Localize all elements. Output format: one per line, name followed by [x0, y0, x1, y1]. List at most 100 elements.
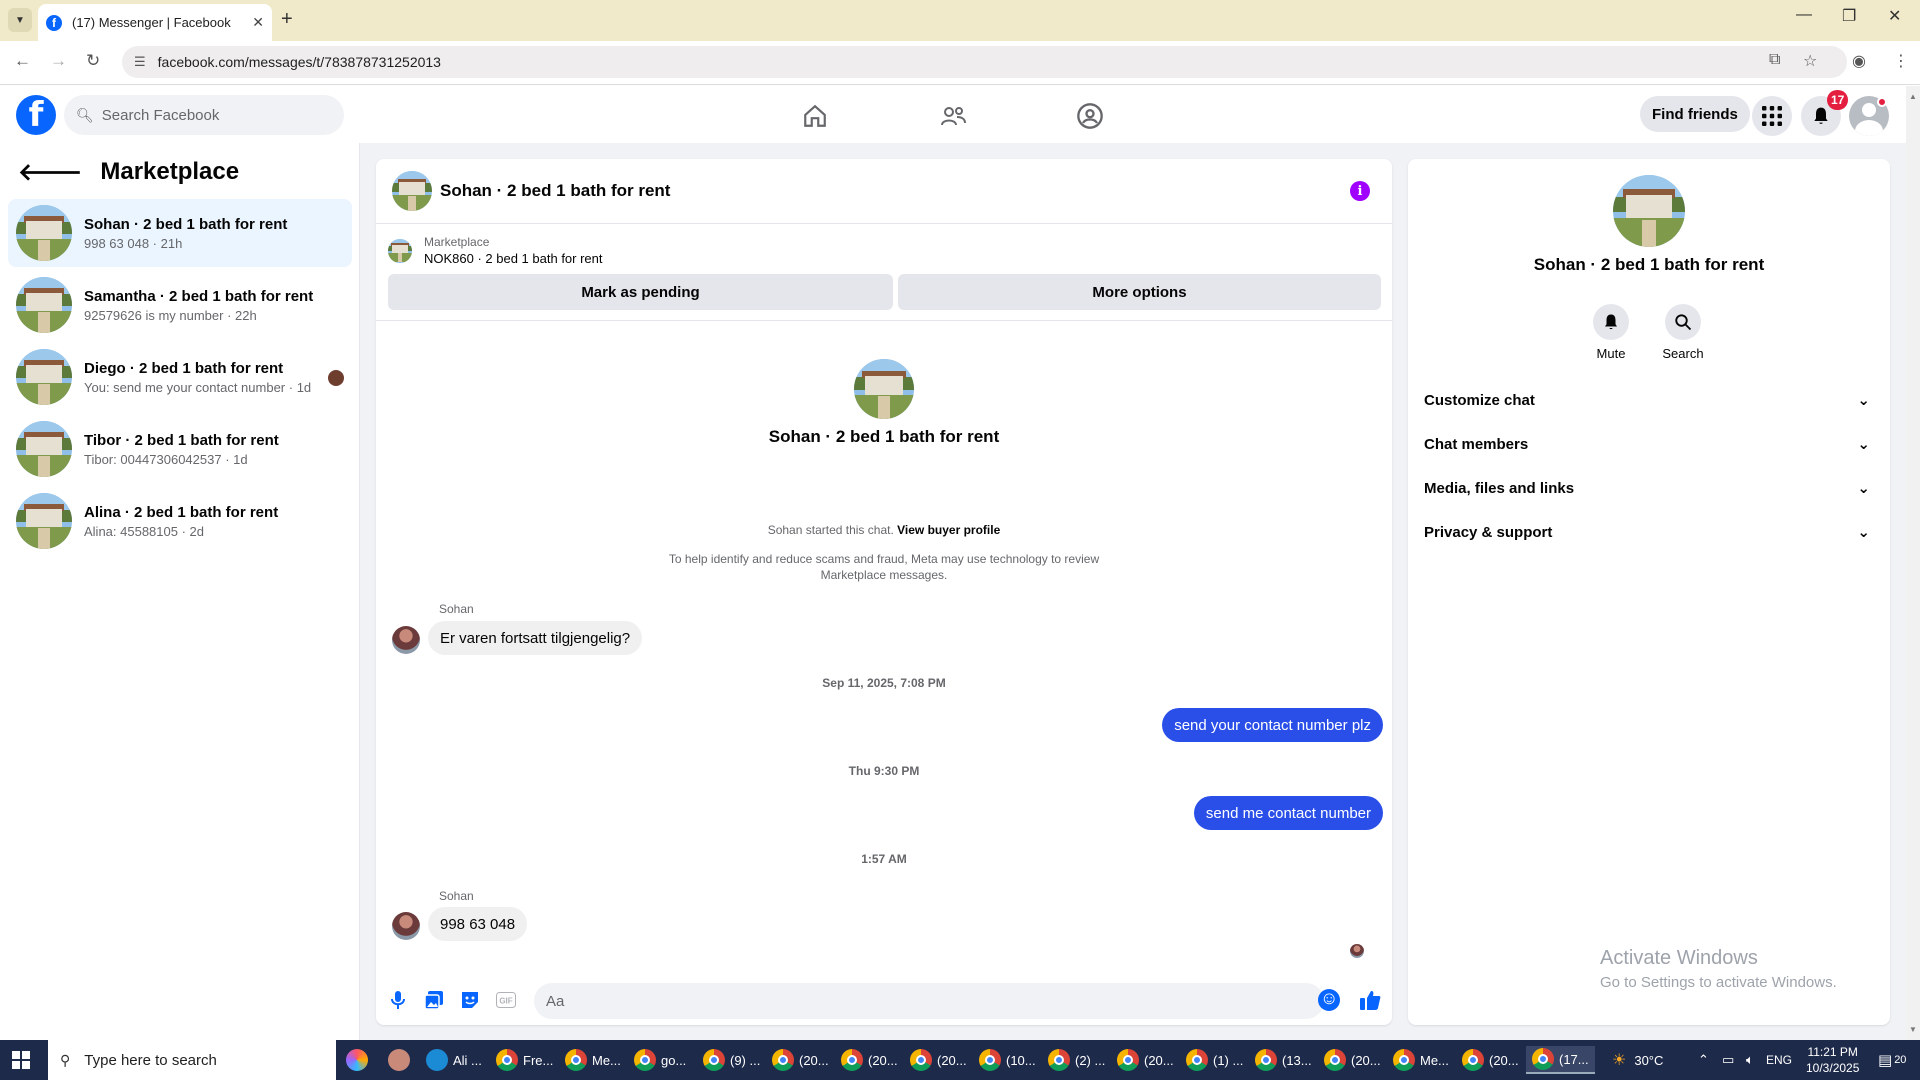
- taskbar-app-chrome[interactable]: (2) ...: [1048, 1046, 1105, 1074]
- close-window-icon[interactable]: ✕: [1888, 6, 1901, 26]
- mark-as-pending-button[interactable]: Mark as pending: [388, 274, 893, 310]
- forward-icon[interactable]: →: [50, 51, 67, 71]
- taskbar-app-chrome[interactable]: (20...: [910, 1046, 967, 1074]
- info-avatar: [1613, 175, 1685, 247]
- bell-icon: [1593, 304, 1629, 340]
- gif-icon[interactable]: GIF: [494, 988, 518, 1012]
- taskbar-app-chrome[interactable]: (20...: [772, 1046, 829, 1074]
- taskbar-app-chrome[interactable]: Me...: [565, 1046, 621, 1074]
- taskbar-app-chrome[interactable]: (20...: [1117, 1046, 1174, 1074]
- taskbar-search-placeholder: Type here to search: [84, 1051, 217, 1069]
- sticker-icon[interactable]: [458, 988, 482, 1012]
- incoming-message[interactable]: Er varen fortsatt tilgjengelig?: [428, 621, 643, 655]
- volume-icon[interactable]: 🔈︎: [1746, 1040, 1754, 1080]
- taskbar-clock[interactable]: 11:21 PM 10/3/2025: [1806, 1044, 1859, 1076]
- search-action[interactable]: Search: [1653, 304, 1713, 361]
- taskbar-app-edge[interactable]: Ali ...: [426, 1046, 482, 1074]
- conversation-item[interactable]: Sohan · 2 bed 1 bath for rent 998 63 048…: [8, 199, 352, 267]
- outgoing-message[interactable]: send me contact number: [1193, 796, 1383, 830]
- friends-icon[interactable]: [935, 98, 971, 134]
- groups-icon[interactable]: [1072, 98, 1108, 134]
- chat-intro: Sohan · 2 bed 1 bath for rent: [376, 359, 1392, 447]
- back-icon[interactable]: ←: [14, 51, 31, 71]
- taskbar-search-input[interactable]: ⚲ Type here to search: [48, 1040, 336, 1080]
- conversation-item[interactable]: Tibor · 2 bed 1 bath for rent Tibor: 004…: [8, 415, 352, 483]
- customize-chat-row[interactable]: Customize chat ⌄: [1424, 378, 1874, 422]
- conversation-item[interactable]: Alina · 2 bed 1 bath for rent Alina: 455…: [8, 487, 352, 555]
- taskbar-app-chrome[interactable]: (20...: [1462, 1046, 1519, 1074]
- conversation-name: Sohan · 2 bed 1 bath for rent: [84, 215, 288, 233]
- conversation-item[interactable]: Samantha · 2 bed 1 bath for rent 9257962…: [8, 271, 352, 339]
- back-arrow-icon[interactable]: 🡐: [18, 157, 82, 187]
- taskbar-app-chrome[interactable]: go...: [634, 1046, 686, 1074]
- taskbar-app-chrome[interactable]: (1) ...: [1186, 1046, 1243, 1074]
- page-scrollbar[interactable]: ▲ ▼: [1906, 86, 1920, 1040]
- facebook-search-input[interactable]: 🔍︎ Search Facebook: [64, 95, 344, 135]
- sender-avatar[interactable]: [392, 626, 420, 654]
- url-text: facebook.com/messages/t/783878731252013: [157, 54, 441, 70]
- chat-avatar[interactable]: [392, 171, 432, 211]
- profile-icon[interactable]: ◉: [1852, 51, 1866, 71]
- tab-search-chevron-icon[interactable]: ▼: [8, 8, 32, 32]
- photo-icon[interactable]: [422, 988, 446, 1012]
- facebook-logo-icon[interactable]: f: [16, 95, 56, 135]
- weather-icon: ☀: [1612, 1052, 1627, 1069]
- language-indicator[interactable]: ENG: [1766, 1040, 1792, 1080]
- fraud-notice-line1: To help identify and reduce scams and fr…: [668, 552, 1100, 566]
- windows-start-icon[interactable]: [12, 1051, 30, 1069]
- network-icon[interactable]: ▭: [1722, 1040, 1734, 1080]
- site-info-icon[interactable]: ☰: [134, 54, 146, 70]
- row-label: Customize chat: [1424, 391, 1535, 409]
- menu-grid-icon[interactable]: [1752, 96, 1792, 136]
- taskbar-app-chrome[interactable]: (10...: [979, 1046, 1036, 1074]
- browser-tab[interactable]: f (17) Messenger | Facebook ✕: [38, 4, 272, 41]
- thumbs-up-icon[interactable]: [1358, 988, 1382, 1012]
- url-bar[interactable]: ☰ facebook.com/messages/t/78387873125201…: [122, 46, 1847, 78]
- view-buyer-profile-link[interactable]: View buyer profile: [897, 523, 1000, 537]
- chat-title[interactable]: Sohan · 2 bed 1 bath for rent: [440, 181, 670, 201]
- listing-info[interactable]: Marketplace NOK860 · 2 bed 1 bath for re…: [388, 235, 603, 266]
- message-timestamp: 1:57 AM: [861, 852, 907, 866]
- message-input[interactable]: Aa: [534, 983, 1324, 1019]
- tab-title: (17) Messenger | Facebook: [72, 15, 231, 30]
- restore-icon[interactable]: ❐: [1842, 6, 1856, 26]
- reload-icon[interactable]: ↻: [86, 51, 100, 71]
- more-options-button[interactable]: More options: [898, 274, 1381, 310]
- taskbar-app-chrome-active[interactable]: (17...: [1526, 1046, 1595, 1074]
- tray-overflow-icon[interactable]: ⌃: [1698, 1040, 1709, 1080]
- taskbar-app-chrome[interactable]: (20...: [841, 1046, 898, 1074]
- taskbar-app-chrome[interactable]: (9) ...: [703, 1046, 760, 1074]
- install-app-icon[interactable]: ⧉: [1769, 51, 1780, 69]
- scroll-up-icon[interactable]: ▲: [1909, 92, 1917, 101]
- close-tab-icon[interactable]: ✕: [252, 14, 264, 31]
- browser-menu-icon[interactable]: ⋮: [1893, 51, 1909, 71]
- scroll-down-icon[interactable]: ▼: [1909, 1025, 1917, 1034]
- privacy-support-row[interactable]: Privacy & support ⌄: [1424, 510, 1874, 554]
- weather-widget[interactable]: ☀ 30°C: [1612, 1040, 1663, 1080]
- taskbar-app-chrome[interactable]: Me...: [1393, 1046, 1449, 1074]
- notification-center-icon[interactable]: ▤ 20: [1878, 1040, 1906, 1080]
- microphone-icon[interactable]: [386, 988, 410, 1012]
- chat-members-row[interactable]: Chat members ⌄: [1424, 422, 1874, 466]
- emoji-icon[interactable]: [1318, 988, 1340, 1011]
- new-tab-icon[interactable]: +: [281, 8, 293, 31]
- browser-tab-bar: ▼ f (17) Messenger | Facebook ✕ + — ❐ ✕: [0, 0, 1920, 41]
- incoming-message[interactable]: 998 63 048: [428, 907, 528, 941]
- media-files-links-row[interactable]: Media, files and links ⌄: [1424, 466, 1874, 510]
- find-friends-button[interactable]: Find friends: [1640, 96, 1750, 132]
- mute-action[interactable]: Mute: [1581, 304, 1641, 361]
- home-icon[interactable]: [797, 98, 833, 134]
- outgoing-message[interactable]: send your contact number plz: [1162, 708, 1383, 742]
- sender-avatar[interactable]: [392, 912, 420, 940]
- taskbar-app-chrome[interactable]: (13...: [1255, 1046, 1312, 1074]
- taskbar-app-chrome[interactable]: Fre...: [496, 1046, 553, 1074]
- search-icon: ⚲: [60, 1051, 71, 1068]
- conversation-info-icon[interactable]: i: [1350, 181, 1370, 201]
- conversation-item[interactable]: Diego · 2 bed 1 bath for rent You: send …: [8, 343, 352, 411]
- minimize-icon[interactable]: —: [1796, 6, 1812, 24]
- notification-center-count: 20: [1894, 1054, 1907, 1066]
- copilot-icon[interactable]: [346, 1046, 373, 1074]
- taskbar-app-chrome[interactable]: (20...: [1324, 1046, 1381, 1074]
- files-app-icon[interactable]: [388, 1046, 415, 1074]
- bookmark-star-icon[interactable]: ☆: [1803, 51, 1817, 71]
